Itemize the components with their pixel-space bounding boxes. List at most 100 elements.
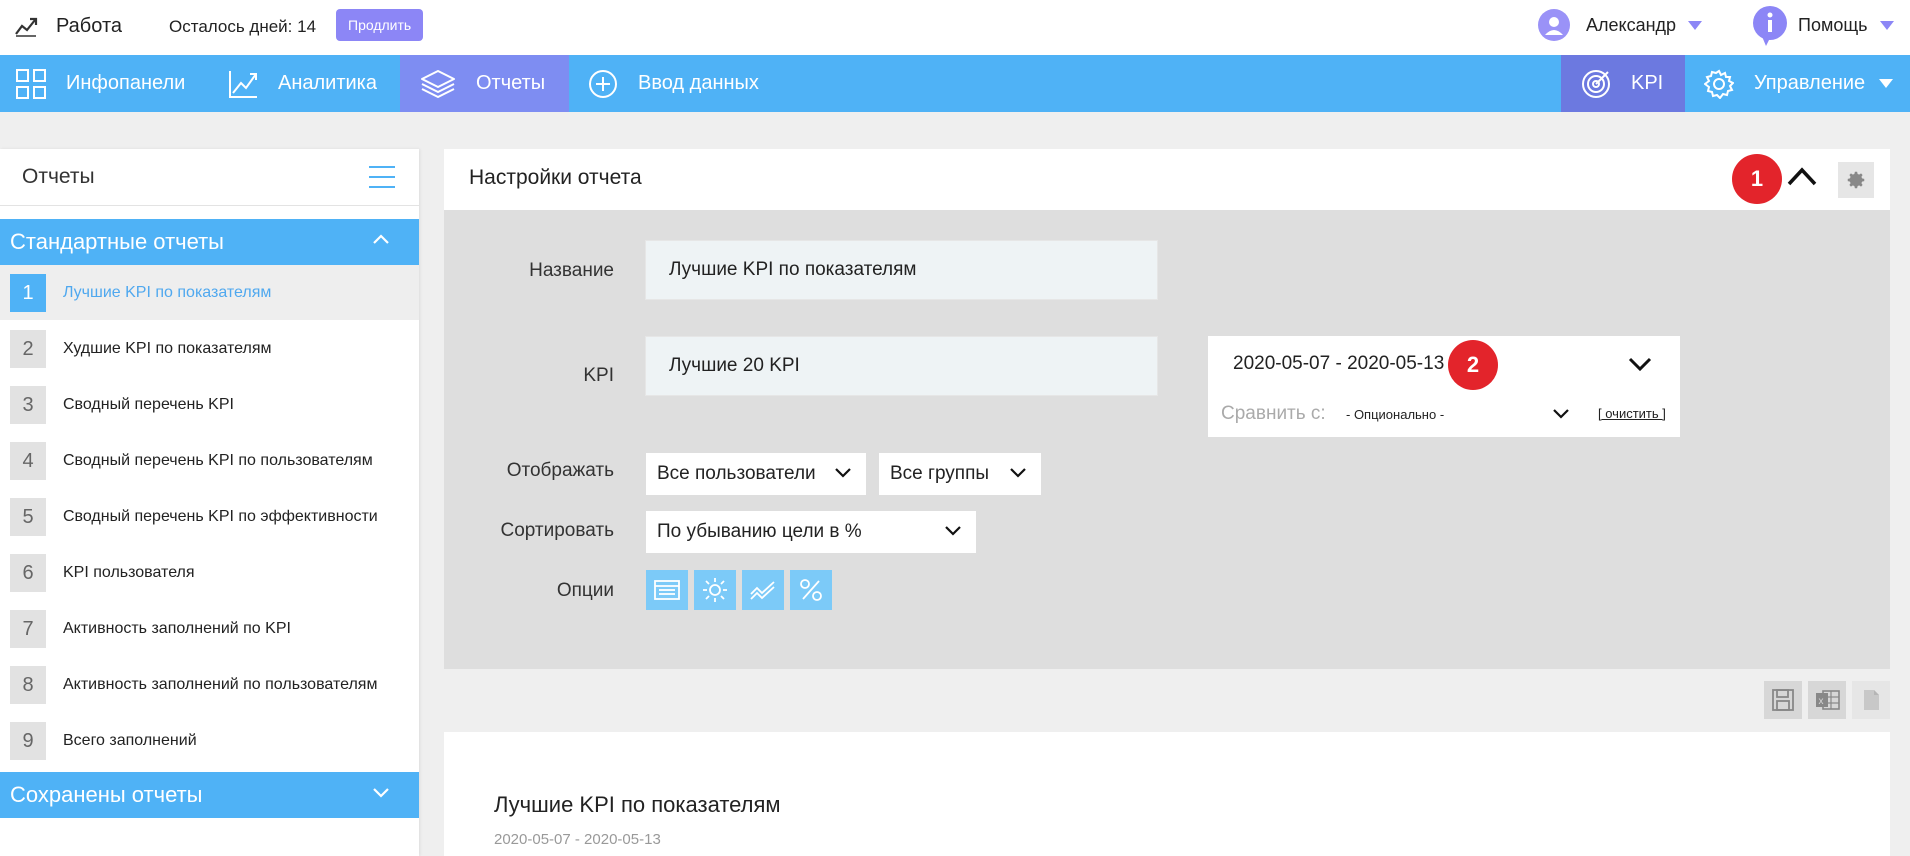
nav-item-analytics[interactable]: Аналитика (228, 55, 377, 112)
report-label: Активность заполнений по KPI (63, 619, 291, 637)
sort-select[interactable]: По убыванию цели в % (646, 511, 976, 553)
trend-icon (750, 581, 775, 600)
report-item-3[interactable]: 3 Сводный перечень KPI (0, 377, 419, 432)
percent-icon (800, 579, 822, 601)
report-item-6[interactable]: 6 KPI пользователя (0, 545, 419, 600)
sun-icon (703, 578, 727, 602)
report-number: 6 (10, 553, 46, 592)
name-label: Название (529, 260, 614, 281)
settings-title: Настройки отчета (469, 166, 642, 189)
report-number: 5 (10, 497, 46, 536)
report-number: 1 (10, 273, 46, 312)
chevron-down-icon[interactable] (1628, 356, 1652, 372)
step-badge: 2 (1448, 340, 1498, 390)
app-title[interactable]: Работа (56, 15, 122, 38)
display-label: Отображать (506, 460, 614, 481)
report-item-5[interactable]: 5 Сводный перечень KPI по эффективности (0, 489, 419, 544)
options-label: Опции (556, 580, 614, 601)
gear-icon (1847, 171, 1865, 189)
users-select[interactable]: Все пользователи (646, 453, 866, 495)
kpi-select-field[interactable]: Лучшие 20 KPI (645, 336, 1158, 396)
svg-text:x: x (1819, 696, 1824, 707)
report-item-4[interactable]: 4 Сводный перечень KPI по пользователям (0, 433, 419, 488)
report-number: 7 (10, 609, 46, 648)
caret-down-icon (1879, 78, 1894, 88)
option-table-button[interactable] (646, 570, 688, 610)
groups-select-value: Все группы (890, 463, 990, 484)
help-label[interactable]: Помощь (1798, 15, 1868, 36)
report-label: Сводный перечень KPI (63, 395, 234, 413)
option-percent-button[interactable] (790, 570, 832, 610)
floppy-disk-icon (1772, 689, 1794, 711)
users-select-value: Все пользователи (657, 463, 816, 484)
section-label: Сохранены отчеты (10, 782, 203, 807)
report-item-7[interactable]: 7 Активность заполнений по KPI (0, 601, 419, 656)
layers-icon (421, 69, 455, 98)
report-number: 2 (10, 329, 46, 368)
trial-days-left: Осталось дней: 14 (169, 17, 317, 36)
report-label: Сводный перечень KPI по пользователям (63, 451, 373, 469)
standard-reports-header[interactable]: Стандартные отчеты (0, 219, 419, 265)
hamburger-menu-icon[interactable] (369, 165, 395, 194)
nav-item-reports[interactable]: Отчеты (400, 55, 569, 112)
chevron-down-icon[interactable] (1552, 408, 1570, 420)
report-item-8[interactable]: 8 Активность заполнений по пользователям (0, 657, 419, 712)
help-menu[interactable]: Помощь (1752, 6, 1894, 46)
save-report-button[interactable] (1764, 681, 1802, 719)
date-range-picker[interactable]: 2020-05-07 - 2020-05-13 Сравнить с: - Оп… (1208, 336, 1680, 437)
main-nav: Инфопанели Аналитика Отчеты Ввод данных … (0, 55, 1910, 112)
nav-label: Аналитика (278, 72, 377, 94)
nav-label: Отчеты (476, 72, 546, 94)
clear-compare-link[interactable]: [ очистить ] (1598, 406, 1666, 421)
report-item-9[interactable]: 9 Всего заполнений (0, 713, 419, 768)
report-number: 3 (10, 385, 46, 424)
collapse-button[interactable] (1786, 165, 1818, 192)
sidebar-header: Отчеты (0, 149, 419, 206)
trend-logo-icon[interactable] (14, 14, 38, 43)
pdf-icon (1864, 690, 1879, 710)
chevron-down-icon (373, 788, 389, 798)
nav-item-data-entry[interactable]: Ввод данных (588, 55, 759, 112)
date-range[interactable]: 2020-05-07 - 2020-05-13 (1233, 353, 1444, 375)
step-badge: 1 (1732, 154, 1782, 204)
compare-label: Сравнить с: (1221, 403, 1326, 424)
saved-reports-header[interactable]: Сохранены отчеты (0, 772, 419, 818)
report-title: Лучшие KPI по показателям (494, 792, 781, 817)
report-period: 2020-05-07 - 2020-05-13 (494, 831, 661, 848)
groups-select[interactable]: Все группы (879, 453, 1041, 495)
nav-label: KPI (1631, 72, 1664, 94)
report-label: KPI пользователя (63, 563, 195, 581)
option-sun-button[interactable] (694, 570, 736, 610)
option-trend-button[interactable] (742, 570, 784, 610)
report-settings-header: Настройки отчета 1 (444, 149, 1890, 210)
table-icon (654, 580, 680, 600)
report-label: Худшие KPI по показателям (63, 339, 272, 357)
nav-label: Ввод данных (638, 72, 759, 94)
chevron-down-icon (835, 468, 851, 478)
report-number: 8 (10, 665, 46, 704)
reports-sidebar: Отчеты Стандартные отчеты 1 Лучшие KPI п… (0, 149, 419, 856)
compare-select[interactable]: - Опционально - (1346, 407, 1444, 422)
report-item-1[interactable]: 1 Лучшие KPI по показателям (0, 265, 419, 320)
user-menu[interactable]: Александр (1538, 8, 1703, 42)
user-name[interactable]: Александр (1586, 15, 1676, 36)
caret-down-icon[interactable] (1688, 20, 1703, 30)
sort-label: Сортировать (500, 520, 614, 541)
info-icon (1752, 6, 1787, 46)
nav-item-dashboards[interactable]: Инфопанели (16, 55, 185, 112)
chevron-down-icon (945, 526, 961, 536)
nav-item-kpi[interactable]: KPI (1561, 55, 1685, 112)
report-name-field[interactable]: Лучшие KPI по показателям (645, 240, 1158, 300)
caret-down-icon[interactable] (1879, 20, 1894, 30)
extend-button[interactable]: Продлить (336, 9, 424, 41)
chevron-up-icon (373, 234, 389, 244)
settings-gear-button[interactable] (1838, 162, 1874, 198)
report-label: Сводный перечень KPI по эффективности (63, 507, 378, 525)
report-item-2[interactable]: 2 Худшие KPI по показателям (0, 321, 419, 376)
export-excel-button[interactable]: x (1808, 681, 1846, 719)
sort-select-value: По убыванию цели в % (657, 521, 862, 542)
nav-item-management[interactable]: Управление (1704, 55, 1894, 112)
report-label: Лучшие KPI по показателям (63, 283, 272, 301)
excel-icon: x (1816, 690, 1840, 710)
export-pdf-button[interactable] (1852, 681, 1890, 719)
